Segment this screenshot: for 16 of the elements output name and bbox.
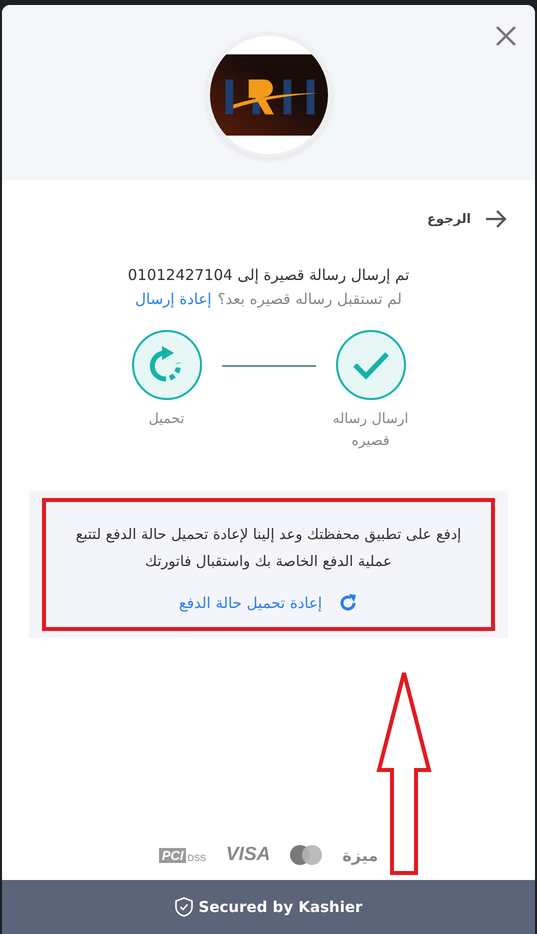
visa-logo: VISA	[226, 844, 270, 866]
shield-icon	[174, 897, 193, 917]
refresh-icon	[338, 593, 358, 614]
arrow-icon	[485, 210, 507, 228]
sms-sent-text: تم إرسال رسالة قصيرة إلى 01012427104	[128, 266, 410, 284]
reload-status-button[interactable]: إعادة تحميل حالة الدفع	[178, 593, 358, 614]
back-link[interactable]: الرجوع	[427, 210, 507, 228]
secured-by-text: Secured by Kashier	[198, 898, 362, 916]
notice-text: إدفع على تطبيق محفظتك وعد إلينا لإعادة تحميل حالة الدفع لتتبع عملية الدفع الخاصة بك واستقبال فاتورتك	[74, 526, 462, 572]
step-label: تحميل	[148, 410, 186, 429]
not-received-text: لم تستقبل رساله قصيره بعد؟	[218, 290, 402, 308]
pci-dss-logo: PCI DSS	[158, 848, 206, 862]
meeza-logo: ميزة	[342, 846, 378, 864]
mastercard-logo	[290, 845, 322, 865]
step-label: ارسال رساله قصيره	[332, 410, 410, 452]
resend-link[interactable]: إعادة إرسال	[135, 290, 212, 308]
